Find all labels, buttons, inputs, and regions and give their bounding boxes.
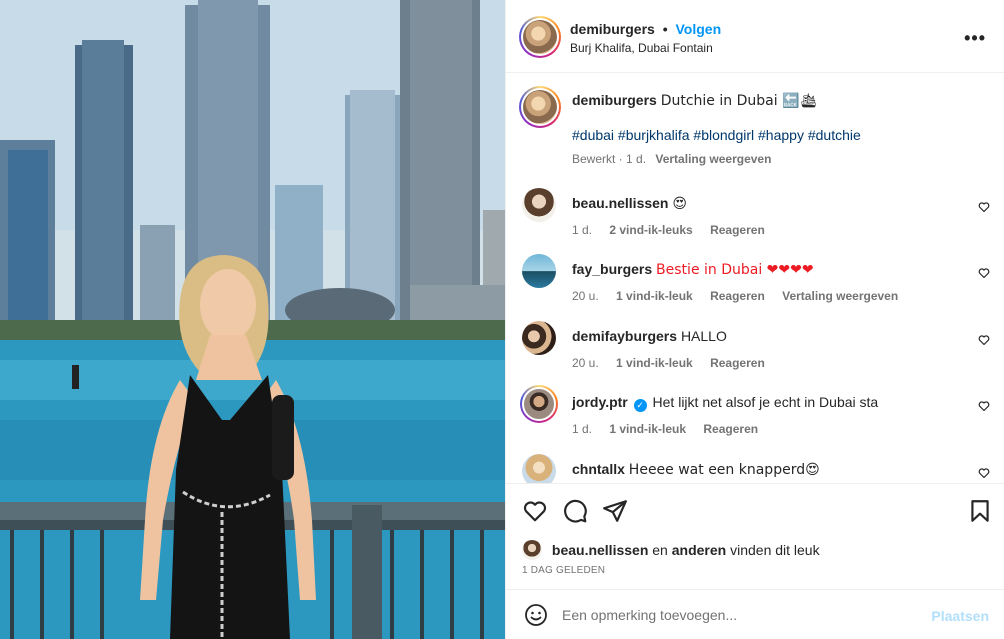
comment-time: 20 u. [572,356,599,370]
caption-username[interactable]: demiburgers [572,92,657,108]
comment-avatar[interactable] [522,188,556,222]
more-horizontal-icon[interactable]: ••• [964,28,986,49]
separator-dot: • [662,21,668,37]
comment-like-heart-icon[interactable] [978,467,990,479]
comment-reply-button[interactable]: Reageren [710,356,765,370]
comment-time: 1 d. [572,223,593,237]
comment-likes[interactable]: 1 vind-ik-leuk [616,289,693,303]
instagram-post-viewer: demiburgers • Volgen Burj Khalifa, Dubai… [0,0,1004,639]
comment-username[interactable]: fay_burgers [572,261,652,277]
comment-text-line: beau.nellissen 😍 [572,195,687,212]
comment-text-line: jordy.ptr ✓ Het lijkt net alsof je echt … [572,394,878,412]
likes-suffix: vinden dit leuk [730,542,820,558]
likes-connector: en [652,542,668,558]
comment-avatar[interactable] [522,454,556,483]
comments-list[interactable]: demiburgers Dutchie in Dubai 🔙🛳 #dubai #… [506,73,1004,483]
comment-meta: 1 d. 1 vind-ik-leuk Reageren [572,422,758,436]
author-username[interactable]: demiburgers [570,21,655,37]
comment-item: demifayburgers HALLO 20 u. 1 vind-ik-leu… [506,320,1004,386]
comment-text: Het lijkt net alsof je echt in Dubai sta [652,394,879,410]
comment-time: 1 d. [572,422,593,436]
comment-likes[interactable]: 2 vind-ik-leuks [609,223,692,237]
likes-summary[interactable]: beau.nellissen en anderen vinden dit leu… [522,540,820,560]
liker-username[interactable]: beau.nellissen [552,542,648,558]
comment-time: 20 u. [572,289,599,303]
comment-item: chntallx Heeee wat een knapperd😍 [506,453,1004,483]
comment-avatar[interactable] [522,321,556,355]
add-comment-bar: Plaatsen [506,589,1004,639]
comment-item: jordy.ptr ✓ Het lijkt net alsof je echt … [506,385,1004,452]
comment-text: 😍 [672,196,687,212]
caption-translate-link[interactable]: Vertaling weergeven [655,152,771,166]
add-comment-input[interactable] [562,604,902,626]
comment-like-heart-icon[interactable] [978,334,990,346]
share-send-icon[interactable] [602,498,628,524]
comment-avatar[interactable] [522,254,556,288]
caption-text: Dutchie in Dubai 🔙🛳 [660,93,818,109]
comment-username[interactable]: chntallx [572,461,625,477]
likes-others[interactable]: anderen [672,542,726,558]
post-action-bar [506,483,1004,535]
comment-reply-button[interactable]: Reageren [703,422,758,436]
comment-avatar[interactable] [522,387,556,421]
comment-likes[interactable]: 1 vind-ik-leuk [616,356,693,370]
caption-text-line: demiburgers Dutchie in Dubai 🔙🛳 [572,92,817,109]
caption-author-avatar[interactable] [519,86,561,128]
comment-meta: 20 u. 1 vind-ik-leuk Reageren Vertaling … [572,289,898,303]
comment-text: HALLO [680,328,727,344]
comment-item: fay_burgers Bestie in Dubai ❤❤❤❤ 20 u. 1… [506,253,1004,319]
comment-username[interactable]: beau.nellissen [572,195,668,211]
comment-text-line: fay_burgers Bestie in Dubai ❤❤❤❤ [572,261,814,278]
photo-illustration [0,0,505,639]
comment-like-heart-icon[interactable] [978,267,990,279]
post-header: demiburgers • Volgen Burj Khalifa, Dubai… [506,0,1004,73]
post-location[interactable]: Burj Khalifa, Dubai Fontain [570,41,713,55]
post-comment-button[interactable]: Plaatsen [931,608,989,624]
caption-hashtags[interactable]: #dubai #burjkhalifa #blondgirl #happy #d… [572,127,861,143]
comment-item: beau.nellissen 😍 1 d. 2 vind-ik-leuks Re… [506,187,1004,253]
emoji-smiley-icon[interactable] [524,603,548,627]
verified-badge-icon: ✓ [633,399,647,412]
comment-text-line: chntallx Heeee wat een knapperd😍 [572,461,820,478]
comment-username[interactable]: demifayburgers [572,328,677,344]
comment-likes[interactable]: 1 vind-ik-leuk [609,422,686,436]
comment-avatar-story-ring[interactable] [520,385,558,423]
comment-meta: 1 d. 2 vind-ik-leuks Reageren [572,223,765,237]
comment-meta: 20 u. 1 vind-ik-leuk Reageren [572,356,765,370]
comment-like-heart-icon[interactable] [978,400,990,412]
caption-meta: Bewerkt · 1 d. Vertaling weergeven [572,152,771,166]
comment-like-heart-icon[interactable] [978,201,990,213]
comment-text-line: demifayburgers HALLO [572,328,727,344]
caption-edited-time: Bewerkt · 1 d. [572,152,647,166]
bookmark-save-icon[interactable] [967,498,993,524]
liker-avatar [522,540,542,560]
comment-translate-link[interactable]: Vertaling weergeven [782,289,898,303]
comment-username[interactable]: jordy.ptr [572,394,628,410]
post-photo[interactable] [0,0,505,639]
comment-text: Bestie in Dubai ❤❤❤❤ [656,262,814,278]
post-side-panel: demiburgers • Volgen Burj Khalifa, Dubai… [505,0,1004,639]
comment-reply-button[interactable]: Reageren [710,223,765,237]
follow-button[interactable]: Volgen [676,21,722,37]
comment-bubble-icon[interactable] [562,498,588,524]
author-avatar[interactable] [519,16,561,58]
like-heart-icon[interactable] [522,498,548,524]
post-date: 1 DAG GELEDEN [522,565,606,576]
comment-text: Heeee wat een knapperd😍 [628,462,820,478]
comment-reply-button[interactable]: Reageren [710,289,765,303]
